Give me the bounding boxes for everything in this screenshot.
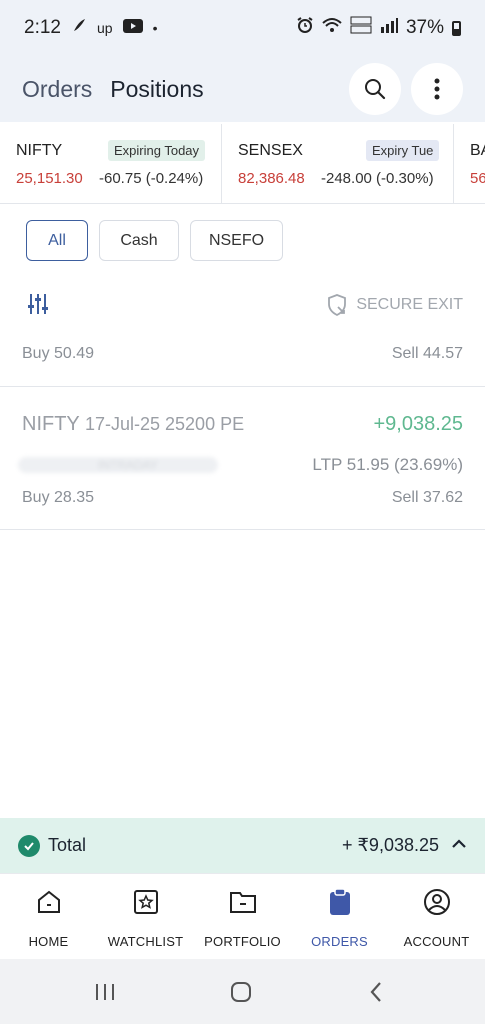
more-options-button[interactable] [411, 63, 463, 115]
ticker-change: -60.75 (-0.24%) [99, 170, 204, 187]
total-label: Total [48, 835, 87, 855]
nav-label: PORTFOLIO [204, 934, 281, 949]
ticker-card-nifty[interactable]: NIFTY Expiring Today 25,151.30 -60.75 (-… [0, 124, 222, 203]
bottom-nav: HOME WATCHLIST PORTFOLIO ORDERS ACCOUNT [0, 873, 485, 959]
ltp-value: LTP 51.95 (23.69%) [312, 455, 463, 474]
shield-exit-icon [328, 294, 347, 317]
ticker-card-sensex[interactable]: SENSEX Expiry Tue 82,386.48 -248.00 (-0.… [222, 124, 454, 203]
back-system-button[interactable] [356, 977, 396, 1007]
back-chevron-icon [370, 982, 381, 1002]
account-circle-icon [423, 888, 451, 916]
position-row[interactable]: Buy 50.49 Sell 44.57 [0, 330, 485, 387]
status-bar: 2:12 up • 37% [0, 0, 485, 56]
status-time: 2:12 [24, 17, 61, 38]
system-nav-bar [0, 959, 485, 1024]
youtube-icon [122, 17, 143, 39]
nav-watchlist[interactable]: WATCHLIST [97, 874, 194, 960]
buy-price: Buy 28.35 [22, 489, 95, 506]
app-header: Orders Positions [0, 56, 485, 122]
star-box-icon [133, 888, 159, 916]
secure-exit-label: SECURE EXIT [356, 296, 463, 313]
position-symbol: NIFTY [22, 413, 80, 435]
nav-label: HOME [28, 934, 69, 949]
product-tag-blurred: INTRADAY [18, 457, 218, 473]
ticker-change: -248.00 (-0.30%) [321, 170, 434, 187]
buy-price: Buy 50.49 [22, 345, 95, 362]
chevron-up-icon[interactable] [451, 837, 467, 855]
tab-positions[interactable]: Positions [110, 76, 203, 103]
more-vert-icon [434, 78, 440, 100]
filter-nsefo[interactable]: NSEFO [190, 220, 283, 261]
battery-icon [452, 20, 461, 36]
search-button[interactable] [349, 63, 401, 115]
sell-price: Sell 37.62 [391, 489, 463, 506]
alarm-icon [296, 16, 314, 40]
signal-icon [380, 17, 398, 39]
tab-orders[interactable]: Orders [22, 76, 92, 103]
nav-label: ORDERS [311, 934, 368, 949]
clipboard-icon [329, 888, 351, 916]
upstox-icon: up [96, 20, 113, 36]
notification-dot: • [152, 20, 158, 36]
wifi-icon [322, 17, 342, 39]
check-circle-icon [18, 834, 40, 857]
tools-row: SECURE EXIT [0, 288, 485, 322]
ticker-name: BA [470, 142, 485, 159]
ticker-price: 56 [470, 170, 485, 187]
position-title: NIFTY 17-Jul-25 25200 PE [22, 413, 244, 436]
ticker-card-bank[interactable]: BA 56 [454, 124, 485, 203]
ticker-name: SENSEX [238, 142, 303, 159]
volte-wifi-icon [350, 16, 372, 40]
search-icon [365, 79, 386, 100]
home-icon [36, 888, 62, 916]
filter-all[interactable]: All [26, 220, 88, 261]
expiry-badge: Expiring Today [108, 140, 206, 161]
position-pnl: +9,038.25 [373, 413, 463, 435]
nav-label: ACCOUNT [403, 934, 470, 949]
home-system-button[interactable] [221, 977, 261, 1007]
ticker-name: NIFTY [16, 142, 63, 159]
nav-portfolio[interactable]: PORTFOLIO [194, 874, 291, 960]
filter-sliders-icon[interactable] [26, 292, 50, 321]
ticker-price: 25,151.30 [16, 170, 83, 187]
feather-icon [71, 17, 87, 39]
position-row[interactable]: NIFTY 17-Jul-25 25200 PE +9,038.25 INTRA… [0, 387, 485, 530]
secure-exit-button[interactable]: SECURE EXIT [326, 293, 463, 317]
position-contract: 17-Jul-25 25200 PE [84, 414, 245, 434]
folder-icon [229, 888, 257, 916]
recent-apps-button[interactable] [85, 977, 125, 1007]
index-ticker: NIFTY Expiring Today 25,151.30 -60.75 (-… [0, 124, 485, 204]
recent-apps-icon [96, 984, 114, 1000]
filter-cash[interactable]: Cash [99, 220, 179, 261]
nav-orders[interactable]: ORDERS [291, 874, 388, 960]
total-value: + ₹9,038.25 [341, 835, 439, 855]
expiry-badge: Expiry Tue [366, 140, 440, 161]
home-circle-icon [231, 982, 251, 1002]
ticker-price: 82,386.48 [238, 170, 305, 187]
nav-account[interactable]: ACCOUNT [388, 874, 485, 960]
battery-percent: 37% [405, 17, 444, 38]
nav-label: WATCHLIST [107, 934, 184, 949]
nav-home[interactable]: HOME [0, 874, 97, 960]
total-bar[interactable]: Total + ₹9,038.25 [0, 818, 485, 873]
sell-price: Sell 44.57 [391, 345, 463, 362]
